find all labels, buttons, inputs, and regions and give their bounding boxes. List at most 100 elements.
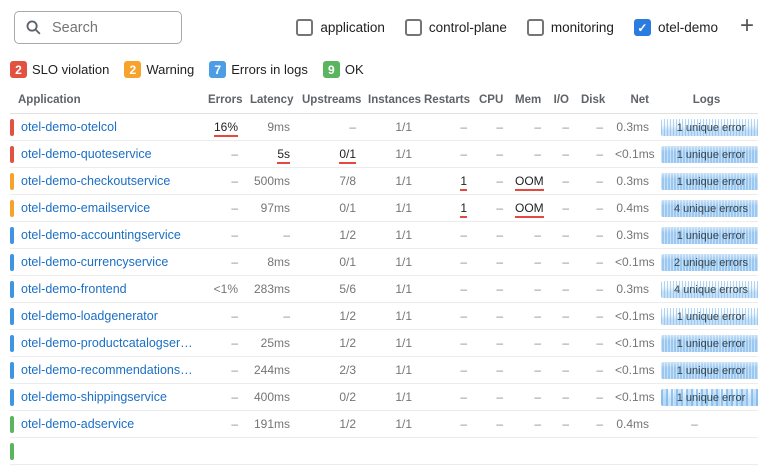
- logs-chip[interactable]: 1 unique error: [661, 389, 758, 406]
- logs-chip[interactable]: 4 unique errors: [661, 200, 758, 217]
- disk-cell: –: [575, 303, 609, 330]
- severity-bar: [10, 335, 14, 352]
- cpu-cell: –: [473, 141, 509, 168]
- application-link[interactable]: otel-demo-otelcol: [21, 120, 117, 134]
- application-link[interactable]: otel-demo-checkoutservice: [21, 174, 170, 188]
- application-link[interactable]: otel-demo-adservice: [21, 417, 134, 431]
- mem-cell: –: [509, 384, 547, 411]
- application-cell: otel-demo-loadgenerator: [10, 303, 202, 330]
- net-cell: 0.3ms: [609, 222, 655, 249]
- latency-cell: –: [244, 222, 296, 249]
- search-input[interactable]: [50, 19, 171, 37]
- table-row: otel-demo-loadgenerator––1/21/1–––––<0.1…: [10, 303, 758, 330]
- logs-chip[interactable]: 1 unique error: [661, 335, 758, 352]
- errors-cell: –: [202, 141, 244, 168]
- filter-label: monitoring: [551, 20, 614, 35]
- table-row: otel-demo-recommendationservice–244ms2/3…: [10, 357, 758, 384]
- application-link[interactable]: otel-demo-shippingservice: [21, 390, 167, 404]
- table-row: otel-demo-accountingservice––1/21/1–––––…: [10, 222, 758, 249]
- alert-value: 0/1: [339, 147, 356, 164]
- application-link[interactable]: otel-demo-currencyservice: [21, 255, 168, 269]
- errors-cell: –: [202, 357, 244, 384]
- category-filters: application control-plane monitoring ✓otel-…: [296, 19, 718, 36]
- errors-cell: –: [202, 249, 244, 276]
- net-cell: 0.3ms: [609, 276, 655, 303]
- application-link[interactable]: otel-demo-productcatalogservice: [21, 336, 196, 350]
- instances-cell: 1/1: [362, 222, 418, 249]
- upstreams-cell: 0/1: [296, 195, 362, 222]
- cpu-cell: –: [473, 168, 509, 195]
- application-cell: otel-demo-recommendationservice: [10, 357, 202, 384]
- upstreams-cell: [296, 438, 362, 465]
- alert-value: OOM: [515, 201, 544, 218]
- add-category-button[interactable]: +: [738, 14, 756, 42]
- io-cell: –: [547, 411, 575, 438]
- net-cell: <0.1ms: [609, 141, 655, 168]
- filter-checkbox-application[interactable]: application: [296, 19, 385, 36]
- mem-cell: –: [509, 411, 547, 438]
- logs-chip[interactable]: 1 unique error: [661, 119, 758, 136]
- latency-cell: 500ms: [244, 168, 296, 195]
- io-cell: –: [547, 276, 575, 303]
- logs-chip[interactable]: 2 unique errors: [661, 254, 758, 271]
- errors-cell: [202, 438, 244, 465]
- logs-chip[interactable]: 1 unique error: [661, 146, 758, 163]
- logs-cell: 1 unique error: [655, 114, 758, 141]
- search-box[interactable]: [14, 11, 182, 44]
- errors-cell: –: [202, 303, 244, 330]
- cpu-cell: –: [473, 357, 509, 384]
- latency-cell: 400ms: [244, 384, 296, 411]
- cpu-cell: –: [473, 276, 509, 303]
- alert-value: 5s: [277, 147, 290, 164]
- application-link[interactable]: otel-demo-recommendationservice: [21, 363, 196, 377]
- logs-chip[interactable]: 4 unique errors: [661, 281, 758, 298]
- disk-cell: –: [575, 411, 609, 438]
- restarts-cell: 1: [418, 195, 473, 222]
- net-cell: <0.1ms: [609, 330, 655, 357]
- net-cell: <0.1ms: [609, 384, 655, 411]
- restarts-cell: –: [418, 276, 473, 303]
- application-link[interactable]: otel-demo-accountingservice: [21, 228, 181, 242]
- application-link[interactable]: otel-demo-loadgenerator: [21, 309, 158, 323]
- application-cell: otel-demo-emailservice: [10, 195, 202, 222]
- logs-chip[interactable]: 1 unique error: [661, 308, 758, 325]
- disk-cell: –: [575, 195, 609, 222]
- cpu-cell: [473, 438, 509, 465]
- logs-chip[interactable]: 1 unique error: [661, 227, 758, 244]
- cpu-cell: –: [473, 114, 509, 141]
- io-cell: [547, 438, 575, 465]
- filter-checkbox-otel-demo[interactable]: ✓otel-demo: [634, 19, 718, 36]
- mem-cell: –: [509, 249, 547, 276]
- cpu-cell: –: [473, 222, 509, 249]
- legend-label: OK: [345, 62, 364, 77]
- upstreams-cell: 1/2: [296, 330, 362, 357]
- logs-chip[interactable]: 1 unique error: [661, 362, 758, 379]
- filter-checkbox-monitoring[interactable]: monitoring: [527, 19, 614, 36]
- application-link[interactable]: otel-demo-quoteservice: [21, 147, 152, 161]
- column-header-instances: Instances: [362, 91, 418, 114]
- severity-bar: [10, 200, 14, 217]
- instances-cell: 1/1: [362, 249, 418, 276]
- io-cell: –: [547, 249, 575, 276]
- mem-cell: –: [509, 357, 547, 384]
- latency-cell: 5s: [244, 141, 296, 168]
- application-cell: otel-demo-shippingservice: [10, 384, 202, 411]
- legend-item: 2SLO violation: [10, 61, 109, 78]
- application-link[interactable]: otel-demo-frontend: [21, 282, 127, 296]
- table-row: otel-demo-checkoutservice–500ms7/81/11–O…: [10, 168, 758, 195]
- severity-bar: [10, 146, 14, 163]
- application-cell: otel-demo-otelcol: [10, 114, 202, 141]
- filter-checkbox-control-plane[interactable]: control-plane: [405, 19, 507, 36]
- severity-bar: [10, 308, 14, 325]
- errors-cell: <1%: [202, 276, 244, 303]
- column-header-errors: Errors: [202, 91, 244, 114]
- application-cell: otel-demo-currencyservice: [10, 249, 202, 276]
- application-link[interactable]: otel-demo-emailservice: [21, 201, 150, 215]
- instances-cell: 1/1: [362, 330, 418, 357]
- legend-item: 9OK: [323, 61, 364, 78]
- column-header-cpu: CPU: [473, 91, 509, 114]
- io-cell: –: [547, 168, 575, 195]
- severity-bar: [10, 416, 14, 433]
- logs-chip[interactable]: 1 unique error: [661, 173, 758, 190]
- net-cell: [609, 438, 655, 465]
